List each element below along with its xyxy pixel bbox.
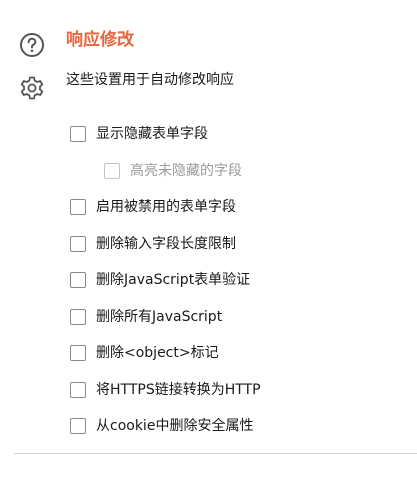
option-checkbox[interactable]: [70, 235, 86, 252]
option-row[interactable]: 删除所有JavaScript: [70, 299, 400, 336]
option-row[interactable]: 从cookie中删除安全属性: [70, 408, 400, 445]
section-title: 响应修改: [66, 30, 134, 50]
option-label: 将HTTPS链接转换为HTTP: [96, 381, 261, 398]
option-row[interactable]: 启用被禁用的表单字段: [70, 189, 400, 226]
option-label: 删除<object>标记: [96, 345, 219, 362]
option-checkbox: [104, 162, 120, 179]
option-checkbox[interactable]: [70, 272, 86, 289]
option-checkbox[interactable]: [70, 418, 86, 435]
help-circle-icon[interactable]: [18, 31, 46, 59]
option-label: 显示隐藏表单字段: [96, 126, 208, 143]
option-checkbox[interactable]: [70, 381, 86, 398]
option-label: 启用被禁用的表单字段: [96, 199, 236, 216]
options-list: 显示隐藏表单字段高亮未隐藏的字段启用被禁用的表单字段 删除输入字段长度限制 删除Ja…: [70, 116, 400, 445]
gear-icon[interactable]: [18, 74, 46, 102]
option-row: 高亮未隐藏的字段: [70, 153, 400, 190]
option-label: 删除输入字段长度限制: [96, 235, 236, 252]
section-divider: [14, 453, 417, 454]
option-row[interactable]: 显示隐藏表单字段: [70, 116, 400, 153]
option-checkbox[interactable]: [70, 126, 86, 143]
section-description: 这些设置用于自动修改响应: [66, 72, 234, 88]
option-checkbox[interactable]: [70, 345, 86, 362]
option-checkbox[interactable]: [70, 308, 86, 325]
option-label: 高亮未隐藏的字段: [130, 162, 242, 179]
option-row[interactable]: 将HTTPS链接转换为HTTP: [70, 372, 400, 409]
response-modification-panel: 响应修改 这些设置用于自动修改响应 显示隐藏表单字段高亮未隐藏的字段启用被禁用的…: [0, 0, 417, 488]
option-label: 删除JavaScript表单验证: [96, 272, 251, 289]
option-label: 从cookie中删除安全属性: [96, 418, 254, 435]
option-row[interactable]: 删除<object>标记: [70, 335, 400, 372]
option-row[interactable]: 删除输入字段长度限制: [70, 226, 400, 263]
option-checkbox[interactable]: [70, 199, 86, 216]
option-label: 删除所有JavaScript: [96, 308, 223, 325]
option-row[interactable]: 删除JavaScript表单验证: [70, 262, 400, 299]
